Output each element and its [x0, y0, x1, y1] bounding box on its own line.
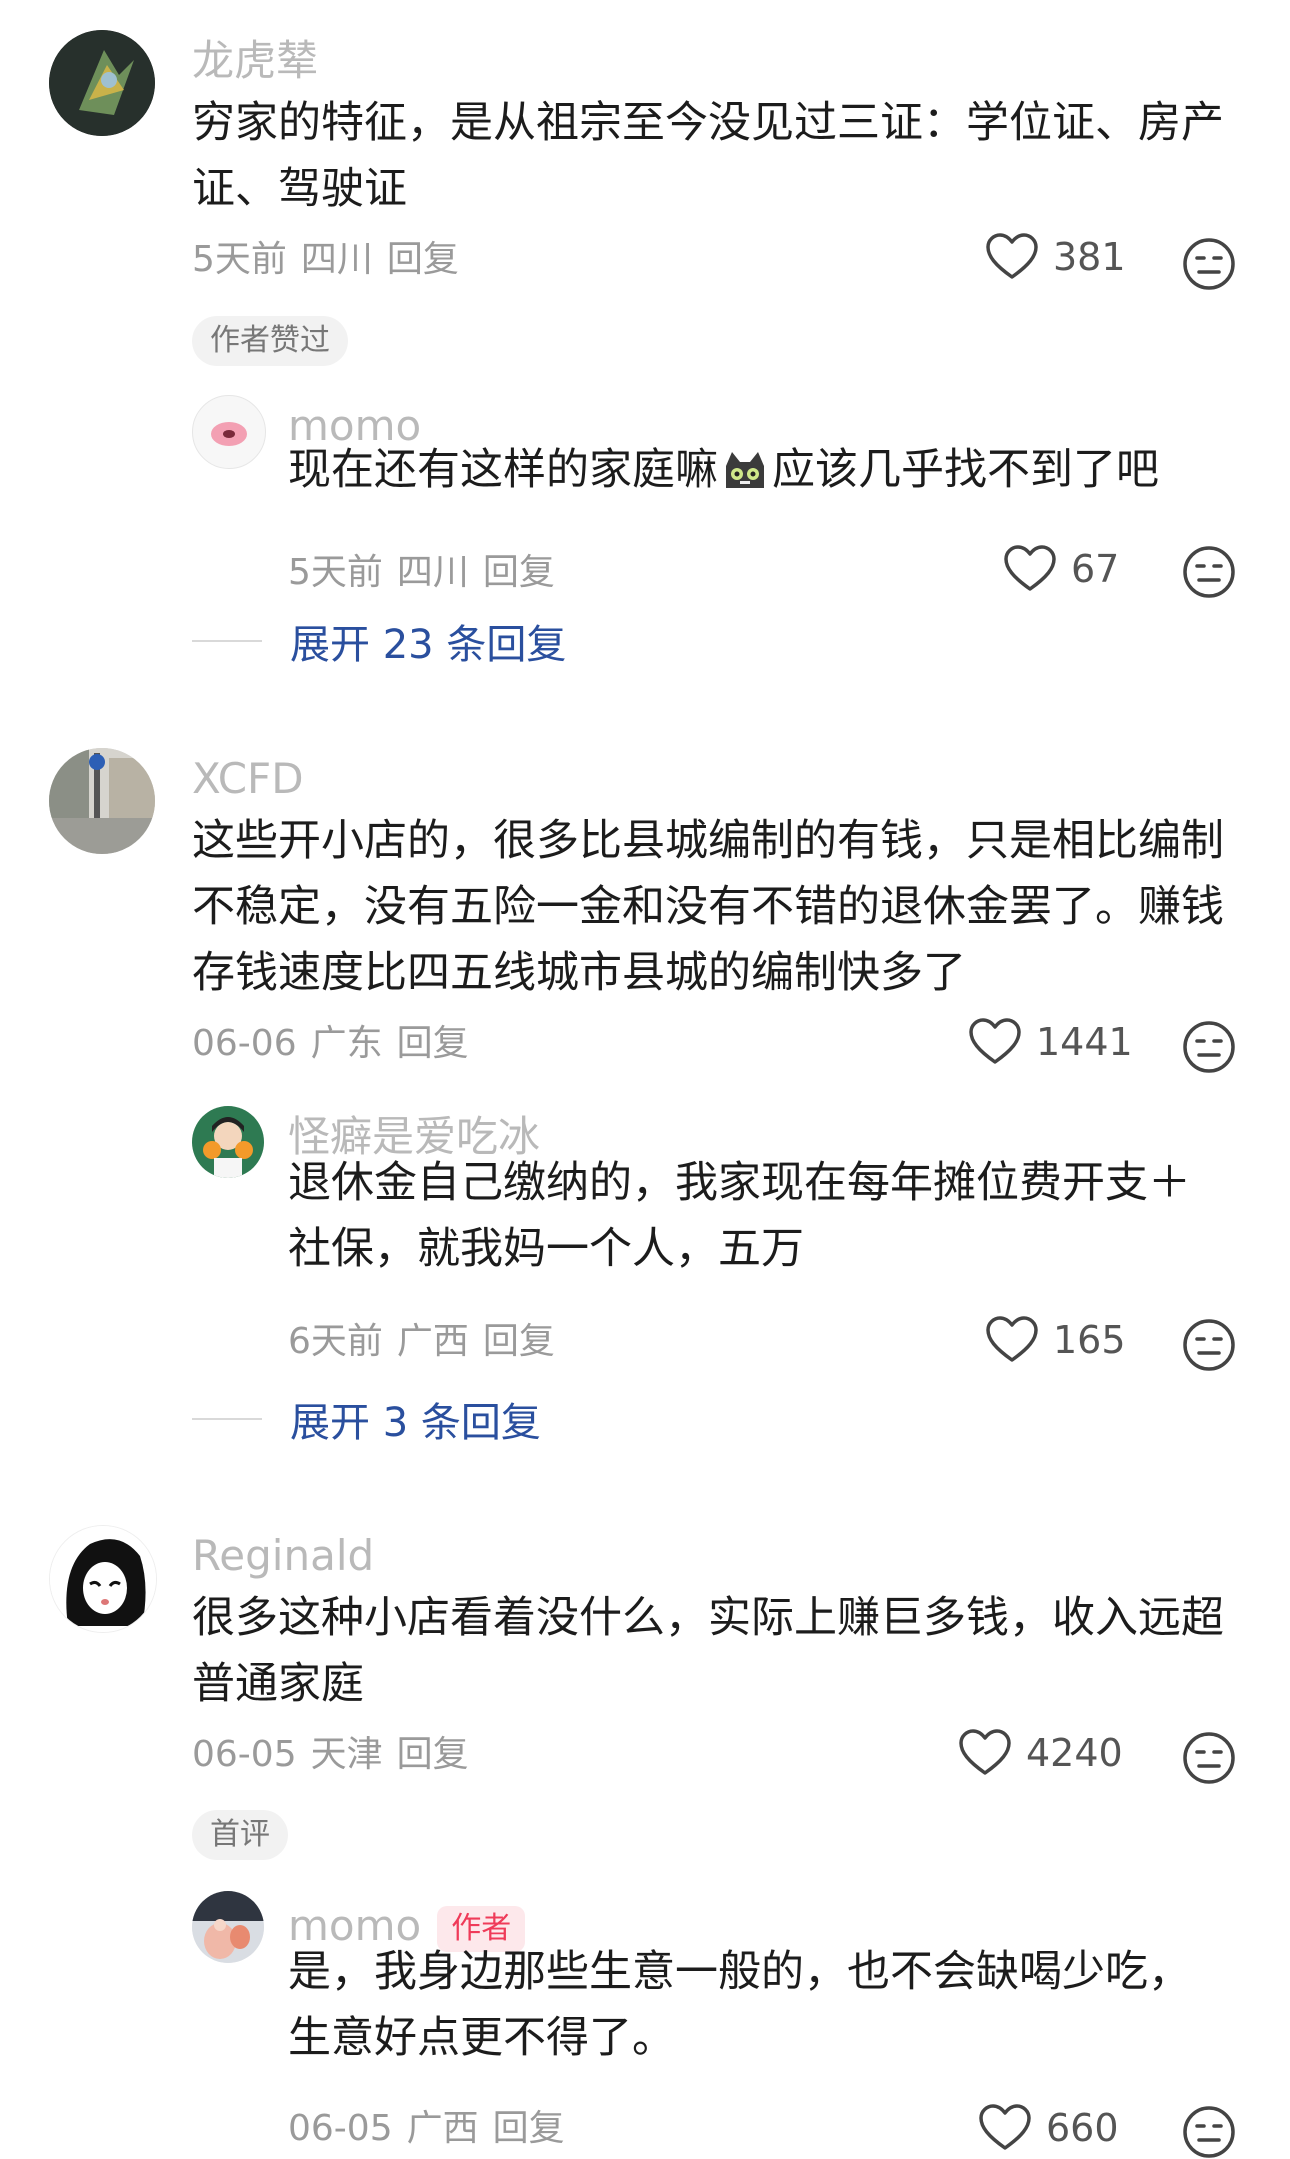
- comment-location: 天津: [310, 1734, 383, 1775]
- dislike-face-icon[interactable]: [1182, 1731, 1236, 1785]
- like-button[interactable]: 165: [985, 1316, 1126, 1364]
- comment-time: 5天前: [288, 552, 383, 593]
- reply-button[interactable]: 回复: [483, 552, 555, 593]
- like-button[interactable]: 381: [985, 233, 1126, 281]
- avatar[interactable]: [49, 1525, 157, 1633]
- heart-icon: [979, 2104, 1031, 2150]
- avatar[interactable]: [192, 1891, 264, 1963]
- avatar[interactable]: [192, 395, 266, 469]
- like-count: 1441: [1036, 1020, 1133, 1064]
- comment-meta: 5天前 四川 回复: [288, 555, 555, 591]
- comment-time: 06-05: [192, 1734, 297, 1775]
- comment-meta: 06-06 广东 回复: [192, 1026, 469, 1062]
- reply-button[interactable]: 回复: [397, 1734, 469, 1775]
- dislike-face-icon[interactable]: [1182, 237, 1236, 291]
- comment-location: 广西: [406, 2108, 479, 2149]
- dislike-face-icon[interactable]: [1182, 1318, 1236, 1372]
- comment-text: 很多这种小店看着没什么，实际上赚巨多钱，收入远超普通家庭: [192, 1593, 1224, 1709]
- heart-icon: [959, 1729, 1011, 1775]
- reply-button[interactable]: 回复: [493, 2108, 565, 2149]
- comment-text: 这些开小店的，很多比县城编制的有钱，只是相比编制不稳定，没有五险一金和没有不错的…: [192, 816, 1224, 998]
- divider: [192, 1418, 262, 1420]
- comment-meta: 6天前 广西 回复: [288, 1324, 555, 1360]
- reply-button[interactable]: 回复: [483, 1321, 555, 1362]
- comment-time: 6天前: [288, 1321, 383, 1362]
- comment-text: 穷家的特征，是从祖宗至今没见过三证：学位证、房产证、驾驶证: [192, 98, 1224, 214]
- dislike-face-icon[interactable]: [1182, 545, 1236, 599]
- comment-meta: 06-05 天津 回复: [192, 1737, 469, 1773]
- like-count: 67: [1071, 547, 1120, 591]
- reply-text: 退休金自己缴纳的，我家现在每年摊位费开支＋社保，就我妈一个人，五万: [288, 1158, 1191, 1274]
- like-count: 381: [1053, 235, 1126, 279]
- author-liked-tag: 作者赞过: [192, 316, 348, 366]
- divider: [192, 640, 262, 642]
- heart-icon: [969, 1018, 1021, 1064]
- reply-text: 现在还有这样的家庭嘛 应该几乎找不到了吧: [288, 437, 1268, 503]
- avatar[interactable]: [192, 1106, 264, 1178]
- heart-icon: [986, 1316, 1038, 1362]
- username[interactable]: XCFD: [192, 758, 304, 800]
- avatar[interactable]: [49, 30, 155, 136]
- cat-emoji-icon: [726, 451, 764, 488]
- like-count: 660: [1046, 2106, 1119, 2150]
- comment-meta: 06-05 广西 回复: [288, 2111, 565, 2147]
- username[interactable]: Reginald: [192, 1535, 374, 1577]
- expand-label[interactable]: 展开 3 条回复: [290, 1390, 541, 1448]
- like-count: 165: [1053, 1318, 1126, 1362]
- avatar[interactable]: [49, 748, 155, 854]
- comment-time: 06-05: [288, 2108, 393, 2149]
- expand-replies-button[interactable]: 展开 3 条回复: [192, 1390, 541, 1448]
- expand-label[interactable]: 展开 23 条回复: [290, 612, 566, 670]
- like-button[interactable]: 1441: [968, 1018, 1133, 1066]
- like-button[interactable]: 4240: [958, 1729, 1123, 1777]
- reply-text-part: 应该几乎找不到了吧: [772, 445, 1159, 495]
- comment-time: 06-06: [192, 1023, 297, 1064]
- reply-text-part: 现在还有这样的家庭嘛: [288, 445, 718, 495]
- comment-location: 四川: [300, 239, 373, 280]
- heart-icon: [1004, 545, 1056, 591]
- dislike-face-icon[interactable]: [1182, 1020, 1236, 1074]
- like-button[interactable]: 67: [1003, 545, 1119, 593]
- username[interactable]: 龙虎辇: [192, 40, 318, 82]
- dislike-face-icon[interactable]: [1182, 2105, 1236, 2159]
- reply-text: 是，我身边那些生意一般的，也不会缺喝少吃，生意好点更不得了。: [288, 1947, 1191, 2063]
- like-button[interactable]: 660: [978, 2104, 1119, 2152]
- comment-meta: 5天前 四川 回复: [192, 242, 459, 278]
- expand-replies-button[interactable]: 展开 23 条回复: [192, 612, 566, 670]
- first-comment-tag: 首评: [192, 1810, 288, 1860]
- comment-location: 广东: [310, 1023, 383, 1064]
- comment-location: 四川: [396, 552, 469, 593]
- comment-time: 5天前: [192, 239, 287, 280]
- comment-location: 广西: [396, 1321, 469, 1362]
- like-count: 4240: [1026, 1731, 1123, 1775]
- heart-icon: [986, 233, 1038, 279]
- reply-button[interactable]: 回复: [387, 239, 459, 280]
- reply-button[interactable]: 回复: [397, 1023, 469, 1064]
